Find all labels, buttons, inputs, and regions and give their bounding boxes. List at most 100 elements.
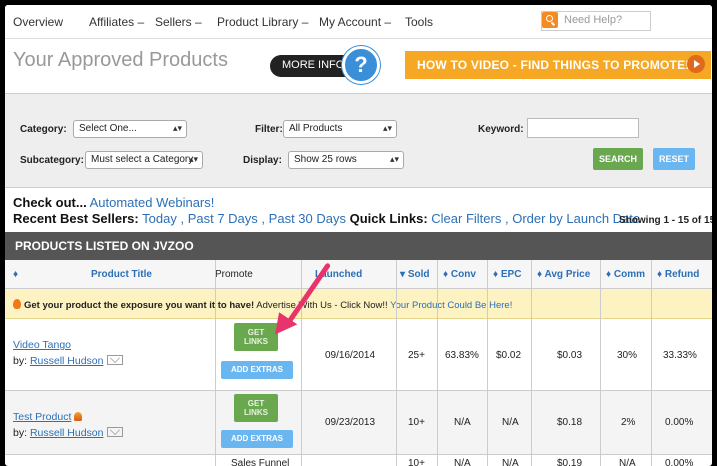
conv-value: N/A	[454, 417, 471, 428]
help-search[interactable]: Need Help?	[541, 11, 651, 31]
quick-label: Quick Links:	[349, 211, 428, 226]
col-comm[interactable]: ♦ Comm	[606, 261, 645, 289]
avg-value: $0.18	[557, 417, 583, 428]
col-promote: Promote	[215, 269, 253, 280]
clear-filters-link[interactable]: Clear Filters	[431, 211, 501, 226]
promo-row: Get your product the exposure you want i…	[5, 289, 712, 319]
seller-link[interactable]: Russell Hudson	[30, 355, 104, 367]
col-launched[interactable]: Launched	[315, 261, 362, 289]
epc-value: N/A	[502, 458, 519, 466]
col-refund[interactable]: ♦ Refund	[657, 261, 699, 289]
table-title: PRODUCTS LISTED ON JVZOO	[5, 232, 712, 260]
filter-select[interactable]: All Products ▴▾	[283, 120, 397, 138]
category-value: Select One...	[79, 123, 137, 134]
epc-value: N/A	[502, 417, 519, 428]
refund-value: 0.00%	[665, 458, 694, 466]
comma: ,	[261, 211, 266, 226]
checkout-line: Check out... Automated Webinars!	[13, 195, 214, 210]
col-avg-label: Avg Price	[544, 269, 591, 280]
how-to-video-label: HOW TO VIDEO - FIND THINGS TO PROMOTE!	[417, 58, 690, 72]
showing-count: Showing 1 - 15 of 15	[619, 215, 712, 226]
page: Overview Affiliates – Sellers – Product …	[5, 5, 712, 466]
comm-value: 30%	[617, 350, 638, 361]
select-arrow-icon: ▴▾	[188, 154, 198, 164]
comm-value: 2%	[621, 417, 636, 428]
mail-icon[interactable]	[107, 355, 124, 365]
question-icon[interactable]: ?	[342, 46, 380, 84]
get-links-button[interactable]: GET LINKS	[234, 394, 278, 422]
today-link[interactable]: Today	[142, 211, 177, 226]
table-row	[5, 455, 712, 466]
checkout-label: Check out...	[13, 195, 87, 210]
get-links-button[interactable]: GET LINKS	[234, 323, 278, 351]
byline: by: Russell Hudson	[13, 355, 124, 367]
nav-affiliates[interactable]: Affiliates –	[89, 15, 144, 29]
nav-my-account[interactable]: My Account –	[319, 15, 391, 29]
col-epc-label: EPC	[500, 269, 522, 280]
sort-icon[interactable]: ♦	[13, 261, 18, 289]
product-link[interactable]: Test Product	[13, 411, 123, 423]
col-epc[interactable]: ♦ EPC	[493, 261, 521, 289]
product-cell: Video Tango by: Russell Hudson	[13, 339, 124, 367]
nav-sellers[interactable]: Sellers –	[155, 15, 202, 29]
subcategory-select[interactable]: Must select a Category ▴▾	[85, 151, 203, 169]
how-to-video-banner[interactable]: HOW TO VIDEO - FIND THINGS TO PROMOTE!	[405, 51, 711, 79]
launched-value: 09/23/2013	[325, 417, 376, 428]
launched-value: 09/16/2014	[325, 350, 376, 361]
display-value: Show 25 rows	[294, 154, 357, 165]
promo-link[interactable]: Your Product Could Be Here!	[390, 300, 512, 311]
display-label: Display:	[243, 155, 282, 166]
display-select[interactable]: Show 25 rows ▴▾	[288, 151, 404, 169]
by-label: by:	[13, 427, 28, 439]
promo-bold: Get your product the exposure you want i…	[24, 300, 255, 311]
subcategory-value: Must select a Category	[91, 154, 194, 165]
reset-button[interactable]: RESET	[653, 148, 695, 170]
add-extras-button[interactable]: ADD EXTRAS	[221, 430, 293, 448]
comma: ,	[180, 211, 185, 226]
sold-value: 25+	[408, 350, 425, 361]
nav-tools[interactable]: Tools	[405, 15, 433, 29]
col-title[interactable]: Product Title	[91, 261, 152, 289]
col-conv[interactable]: ♦ Conv	[443, 261, 476, 289]
webinars-link[interactable]: Automated Webinars!	[90, 195, 215, 210]
flame-icon	[13, 299, 21, 309]
divider	[600, 260, 601, 466]
by-label: by:	[13, 355, 28, 367]
past-7-link[interactable]: Past 7 Days	[188, 211, 258, 226]
seller-link[interactable]: Russell Hudson	[30, 427, 104, 439]
conv-value: N/A	[454, 458, 471, 466]
col-avg[interactable]: ♦ Avg Price	[537, 261, 590, 289]
comma: ,	[504, 211, 509, 226]
keyword-input[interactable]	[527, 118, 639, 138]
search-button[interactable]: SEARCH	[593, 148, 643, 170]
select-arrow-icon: ▴▾	[389, 154, 399, 164]
filter-panel	[5, 93, 712, 188]
category-label: Category:	[20, 124, 67, 135]
sold-value: 10+	[408, 458, 425, 466]
top-nav: Overview Affiliates – Sellers – Product …	[5, 5, 712, 39]
col-conv-label: Conv	[450, 269, 476, 280]
help-placeholder: Need Help?	[564, 14, 623, 26]
col-sold[interactable]: ▾ Sold	[400, 261, 429, 289]
add-extras-button[interactable]: ADD EXTRAS	[221, 361, 293, 379]
refund-value: 33.33%	[663, 350, 697, 361]
recent-label: Recent Best Sellers:	[13, 211, 139, 226]
divider	[531, 260, 532, 466]
avg-value: $0.03	[557, 350, 583, 361]
product-link[interactable]: Video Tango	[13, 339, 123, 351]
category-select[interactable]: Select One... ▴▾	[73, 120, 187, 138]
nav-overview[interactable]: Overview	[13, 15, 63, 29]
sold-value: 10+	[408, 417, 425, 428]
select-arrow-icon: ▴▾	[172, 123, 182, 133]
product-name: Test Product	[13, 411, 72, 423]
divider	[487, 260, 488, 466]
divider	[651, 260, 652, 466]
col-comm-label: Comm	[613, 269, 646, 280]
product-cell: Test Product by: Russell Hudson	[13, 411, 124, 439]
mail-icon[interactable]	[107, 427, 124, 437]
byline: by: Russell Hudson	[13, 427, 124, 439]
nav-product-library[interactable]: Product Library –	[217, 15, 308, 29]
past-30-link[interactable]: Past 30 Days	[269, 211, 346, 226]
divider	[301, 260, 302, 466]
select-arrow-icon: ▴▾	[382, 123, 392, 133]
